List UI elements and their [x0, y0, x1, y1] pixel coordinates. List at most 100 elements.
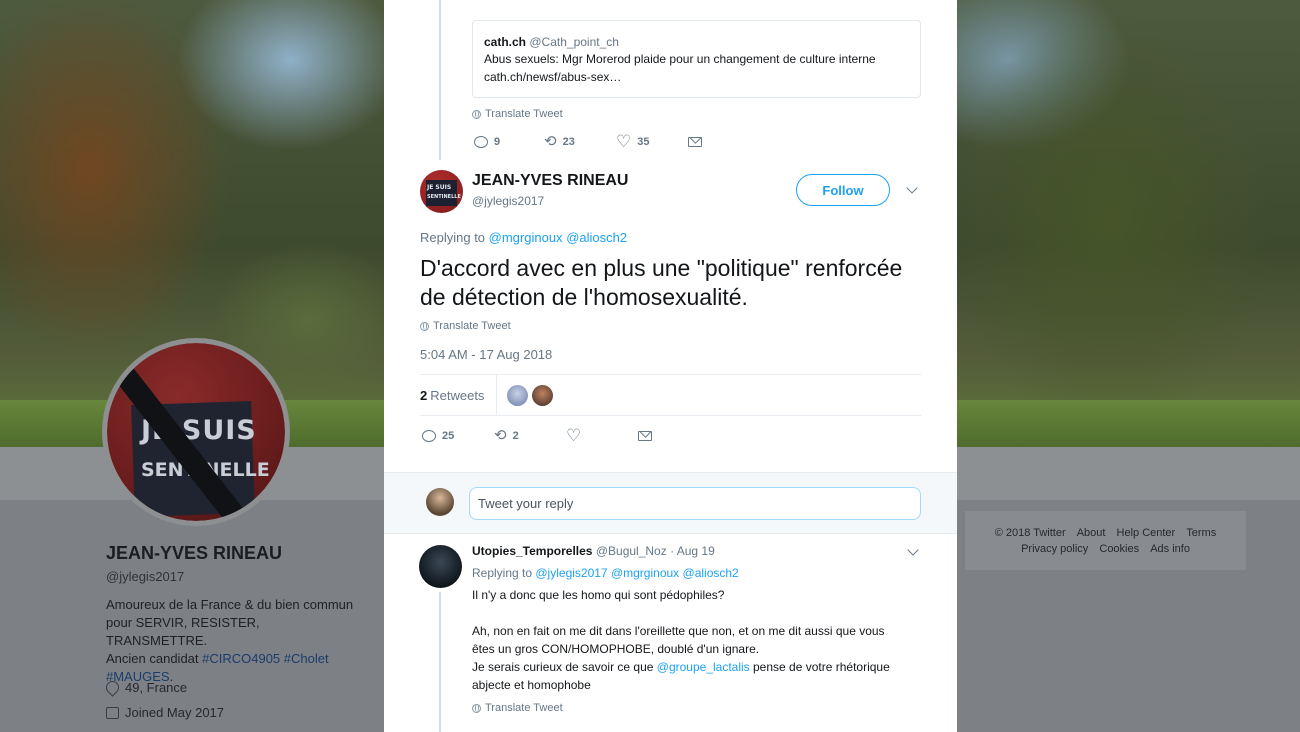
calendar-icon: [106, 706, 119, 719]
tweet-author-avatar[interactable]: JE SUIS SENTINELLE: [420, 170, 463, 213]
heart-icon: ♡: [566, 426, 582, 445]
footer-link-privacy[interactable]: Privacy policy: [1021, 543, 1088, 555]
reply-text-line: êtes un gros CON/HOMOPHOBE, doublé d'un …: [472, 642, 760, 656]
more-options-chevron-icon[interactable]: [906, 182, 918, 194]
retweet-button[interactable]: ⟲ 2: [494, 427, 566, 444]
mention-link[interactable]: @mgrginoux: [611, 566, 679, 580]
replying-to-label: Replying to: [420, 230, 489, 245]
footer-link-ads[interactable]: Ads info: [1150, 543, 1190, 555]
envelope-icon: [688, 137, 702, 147]
footer-copyright: © 2018 Twitter: [994, 527, 1066, 539]
mention-link[interactable]: @aliosch2: [683, 566, 739, 580]
thread-connector-line: [439, 592, 441, 732]
reply-text-segment: pense de votre rhétorique: [749, 660, 890, 674]
translate-tweet-button[interactable]: Translate Tweet: [472, 702, 563, 714]
translate-tweet-button[interactable]: Translate Tweet: [472, 108, 563, 120]
retweet-count: 23: [562, 136, 575, 148]
globe-icon: [472, 109, 481, 119]
tweet-author-name[interactable]: JEAN-YVES RINEAU: [472, 172, 628, 190]
separator-dot: ·: [670, 544, 675, 558]
tweet-permalink-modal: cath.ch @Cath_point_ch Abus sexuels: Mgr…: [384, 0, 957, 732]
retweets-stat[interactable]: 2 Retweets: [420, 375, 498, 415]
joined-text: Joined May 2017: [125, 705, 225, 720]
location-pin-icon: [103, 678, 122, 697]
tweet-stats-row: 2 Retweets: [420, 374, 921, 416]
profile-joined: Joined May 2017: [106, 705, 224, 720]
reply-text-segment: Je serais curieux de savoir ce que: [472, 660, 657, 674]
bio-line: Amoureux de la France & du bien commun: [106, 597, 354, 612]
reply-button[interactable]: 25: [422, 430, 494, 442]
reply-text-line: Je serais curieux de savoir ce que @grou…: [472, 658, 922, 676]
mention-link[interactable]: @jylegis2017: [535, 566, 607, 580]
reply-button[interactable]: 9: [474, 136, 544, 148]
mention-link[interactable]: @groupe_lactalis: [657, 660, 750, 674]
retweeter-avatar[interactable]: [507, 384, 529, 406]
reply-text: Il n'y a donc que les homo qui sont pédo…: [472, 586, 922, 694]
reply-icon: [474, 136, 488, 148]
footer-row: Privacy policy Cookies Ads info: [965, 541, 1246, 557]
follow-button[interactable]: Follow: [796, 174, 890, 206]
reply-count: 9: [494, 136, 501, 148]
retweets-stat-count: 2: [420, 387, 428, 403]
hashtag-link[interactable]: #Cholet: [284, 651, 329, 666]
retweeter-avatar[interactable]: [532, 384, 554, 406]
footer-row: © 2018 Twitter About Help Center Terms: [965, 525, 1246, 541]
tweet-actions: 9 ⟲ 23 ♡ 35: [474, 132, 702, 151]
more-options-chevron-icon[interactable]: [907, 544, 919, 556]
profile-avatar[interactable]: JE SUIS SENTINELLE: [102, 338, 290, 526]
reply-date[interactable]: Aug 19: [677, 544, 715, 558]
reply-author-name[interactable]: Utopies_Temporelles: [472, 544, 592, 558]
tweet-text: D'accord avec en plus une "politique" re…: [420, 255, 903, 310]
like-button[interactable]: ♡ 35: [616, 132, 688, 151]
footer-link-cookies[interactable]: Cookies: [1099, 543, 1139, 555]
bio-line: pour SERVIR, RESISTER, TRANSMETTRE.: [106, 615, 260, 648]
direct-message-button[interactable]: [638, 431, 652, 441]
globe-icon: [472, 703, 481, 713]
translate-tweet-button[interactable]: Translate Tweet: [420, 320, 511, 332]
reply-text-line: Ah, non en fait on me dit dans l'oreille…: [472, 624, 885, 638]
translate-label: Translate Tweet: [485, 108, 563, 120]
profile-handle[interactable]: @jylegis2017: [106, 569, 184, 584]
footer-link-terms[interactable]: Terms: [1186, 527, 1216, 539]
quoted-tweet-handle: @Cath_point_ch: [529, 35, 619, 49]
profile-avatar-image: JE SUIS SENTINELLE: [107, 343, 285, 521]
avatar-text-line2: SENTINELLE: [427, 194, 461, 200]
footer-link-about[interactable]: About: [1077, 527, 1106, 539]
tweet-actions: 25 ⟲ 2 ♡: [422, 426, 652, 445]
thread-connector-line: [439, 0, 441, 160]
reply-input[interactable]: [469, 487, 921, 520]
quoted-tweet-header: cath.ch @Cath_point_ch: [484, 34, 909, 50]
reply-header: Utopies_Temporelles @Bugul_Noz · Aug 19: [472, 544, 715, 558]
mention-link[interactable]: @aliosch2: [566, 230, 627, 245]
retweets-stat-label: Retweets: [430, 387, 485, 403]
reply-author-handle[interactable]: @Bugul_Noz: [596, 544, 667, 558]
quoted-tweet-link[interactable]: cath.ch/newsf/abus-sex…: [484, 68, 909, 86]
translate-label: Translate Tweet: [485, 702, 563, 714]
retweet-icon: ⟲: [544, 133, 557, 150]
page-footer: © 2018 Twitter About Help Center Terms P…: [965, 511, 1246, 570]
translate-label: Translate Tweet: [433, 320, 511, 332]
location-text: 49, France: [125, 680, 188, 695]
tweet-author-handle[interactable]: @jylegis2017: [472, 194, 544, 208]
like-button[interactable]: ♡: [566, 426, 638, 445]
bio-text: Ancien candidat: [106, 651, 203, 666]
reply-icon: [422, 430, 436, 442]
reply-count: 25: [442, 430, 455, 442]
profile-bio: Amoureux de la France & du bien commun p…: [106, 596, 356, 686]
reply-author-avatar[interactable]: [419, 545, 462, 588]
quoted-tweet-name: cath.ch: [484, 35, 527, 49]
retweet-button[interactable]: ⟲ 23: [544, 133, 616, 150]
reply-text-line: abjecte et homophobe: [472, 678, 591, 692]
direct-message-button[interactable]: [688, 137, 702, 147]
mention-link[interactable]: @mgrginoux: [489, 230, 563, 245]
retweet-icon: ⟲: [494, 427, 507, 444]
tweet-timestamp[interactable]: 5:04 AM - 17 Aug 2018: [420, 347, 552, 362]
hashtag-link[interactable]: #CIRCO4905: [202, 651, 280, 666]
profile-name[interactable]: JEAN-YVES RINEAU: [106, 543, 282, 564]
current-user-avatar: [426, 488, 454, 516]
footer-link-help[interactable]: Help Center: [1117, 527, 1176, 539]
avatar-text-line1: JE SUIS: [427, 184, 452, 191]
replying-to-label: Replying to: [472, 566, 536, 580]
heart-icon: ♡: [616, 132, 632, 151]
quoted-tweet-card[interactable]: cath.ch @Cath_point_ch Abus sexuels: Mgr…: [472, 20, 921, 98]
